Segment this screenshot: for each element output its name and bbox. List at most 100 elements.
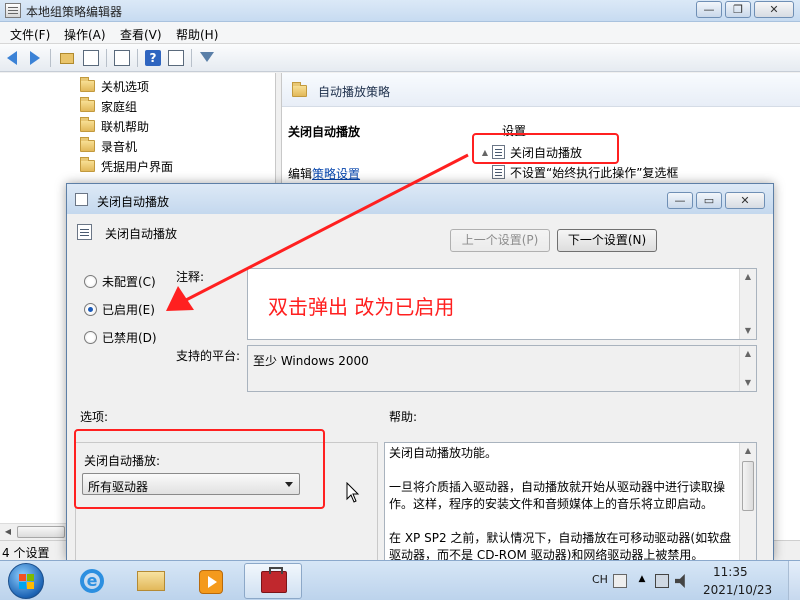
folder-icon <box>80 117 95 132</box>
supported-platform-value: 至少 Windows 2000 <box>253 354 369 368</box>
setting-row-dont-set-checkbox[interactable]: 不设置“始终执行此操作”复选框 <box>478 162 798 182</box>
volume-muted-icon[interactable] <box>675 574 685 588</box>
policy-setting-icon <box>77 224 92 240</box>
status-text: 4 个设置 <box>2 546 50 560</box>
radio-circle-icon[interactable] <box>84 331 97 344</box>
minimize-button[interactable]: — <box>696 1 722 18</box>
comment-scrollbar[interactable]: ▲ ▼ <box>739 269 756 339</box>
annotation-highlight-setting <box>472 133 619 164</box>
tree-item-label: 联机帮助 <box>101 119 150 134</box>
toolbar-separator <box>106 49 107 67</box>
close-button[interactable]: ✕ <box>754 1 794 18</box>
media-player-icon <box>199 570 223 594</box>
start-button[interactable] <box>8 563 44 599</box>
help-paragraph: 在 XP SP2 之前，默认情况下，自动播放在可移动驱动器(如软盘驱动器，而不是… <box>389 531 732 561</box>
show-hide-tree-button[interactable] <box>82 49 100 67</box>
scroll-up-icon[interactable]: ▲ <box>740 269 756 285</box>
help-paragraph: 关闭自动播放功能。 <box>389 446 498 460</box>
tree-item-sound-recorder[interactable]: 录音机 <box>80 137 137 155</box>
main-titlebar[interactable]: 本地组策略编辑器 — ❐ ✕ <box>0 0 800 22</box>
help-icon: ? <box>145 50 161 66</box>
menu-bar: 文件(F) 操作(A) 查看(V) 帮助(H) <box>0 22 800 44</box>
help-scrollbar[interactable]: ▲ <box>739 443 756 560</box>
taskbar: e CH ▲ 11:35 2021/10/23 <box>0 560 800 600</box>
chevron-up-icon[interactable]: ▲ <box>635 574 649 588</box>
comment-label: 注释: <box>176 270 205 284</box>
radio-disabled[interactable]: 已禁用(D) <box>84 329 157 346</box>
filter-icon <box>200 52 214 62</box>
supported-platform-box: 至少 Windows 2000 ▲ ▼ <box>247 345 757 392</box>
back-arrow-icon <box>7 51 17 65</box>
annotation-highlight-options <box>74 429 325 509</box>
dialog-minimize-button[interactable]: — <box>667 192 693 209</box>
show-desktop-button[interactable] <box>788 561 800 600</box>
clock-date[interactable]: 2021/10/23 <box>703 583 772 597</box>
tree-item-label: 关机选项 <box>101 79 150 94</box>
filter-button[interactable] <box>198 49 216 67</box>
taskbar-media-player[interactable] <box>182 563 240 599</box>
radio-checked-icon[interactable] <box>84 303 97 316</box>
tree-item-homegroup[interactable]: 家庭组 <box>80 97 137 115</box>
ime-indicator[interactable]: CH <box>592 573 608 586</box>
keyboard-icon[interactable] <box>613 574 627 588</box>
system-tray: CH ▲ 11:35 2021/10/23 <box>585 561 800 600</box>
taskbar-file-explorer[interactable] <box>122 563 180 599</box>
policy-setting-icon <box>75 193 88 206</box>
dialog-window-controls: — ▭ ✕ <box>667 192 765 209</box>
edit-prefix: 编辑 <box>288 167 313 181</box>
mouse-cursor-icon <box>346 482 360 503</box>
menu-action[interactable]: 操作(A) <box>64 26 106 43</box>
scroll-down-icon[interactable]: ▼ <box>740 375 756 391</box>
menu-view[interactable]: 查看(V) <box>120 26 162 43</box>
radio-enabled[interactable]: 已启用(E) <box>84 301 155 318</box>
back-button[interactable] <box>5 49 23 67</box>
platform-scrollbar[interactable]: ▲ ▼ <box>739 346 756 391</box>
help-text-panel[interactable]: 关闭自动播放功能。 一旦将介质插入驱动器，自动播放就开始从驱动器中进行读取操作。… <box>384 442 757 561</box>
help-button[interactable]: ? <box>144 49 162 67</box>
help-label: 帮助: <box>389 410 418 424</box>
details-header: 自动播放策略 <box>282 73 800 107</box>
maximize-button[interactable]: ❐ <box>725 1 751 18</box>
up-folder-button[interactable] <box>58 49 76 67</box>
toolbar-separator <box>191 49 192 67</box>
policy-setting-icon <box>492 165 505 179</box>
taskbar-group-policy-editor[interactable] <box>244 563 302 599</box>
radio-circle-icon[interactable] <box>84 275 97 288</box>
dialog-title: 关闭自动播放 <box>97 195 170 209</box>
properties-icon <box>168 50 184 66</box>
scroll-thumb[interactable] <box>742 461 754 511</box>
annotation-text: 双击弹出 改为已启用 <box>268 295 455 319</box>
tree-item-credential-ui[interactable]: 凭据用户界面 <box>80 157 173 175</box>
folder-icon <box>80 77 95 92</box>
dialog-titlebar[interactable]: 关闭自动播放 — ▭ ✕ <box>67 184 773 214</box>
menu-help[interactable]: 帮助(H) <box>176 26 218 43</box>
taskbar-internet-explorer[interactable]: e <box>62 563 120 599</box>
dialog-close-button[interactable]: ✕ <box>725 192 765 209</box>
network-icon[interactable] <box>655 574 669 588</box>
tree-item-shutdown-options[interactable]: 关机选项 <box>80 77 149 95</box>
menu-file[interactable]: 文件(F) <box>10 26 50 43</box>
console-tree-icon <box>83 50 99 66</box>
edit-policy-text: 编辑策略设置 <box>288 165 360 182</box>
export-list-button[interactable] <box>113 49 131 67</box>
scroll-left-icon[interactable]: ◀ <box>1 526 15 538</box>
edit-policy-link[interactable]: 策略设置 <box>312 167 360 181</box>
tree-item-label: 录音机 <box>101 139 138 154</box>
scroll-up-icon[interactable]: ▲ <box>740 443 756 459</box>
dialog-maximize-button[interactable]: ▭ <box>696 192 722 209</box>
tree-item-online-help[interactable]: 联机帮助 <box>80 117 149 135</box>
scroll-thumb[interactable] <box>17 526 65 538</box>
previous-setting-button[interactable]: 上一个设置(P) <box>450 229 550 252</box>
folder-icon <box>292 82 307 97</box>
radio-label: 已启用(E) <box>102 303 155 317</box>
next-setting-button[interactable]: 下一个设置(N) <box>557 229 657 252</box>
scroll-down-icon[interactable]: ▼ <box>740 323 756 339</box>
properties-button[interactable] <box>167 49 185 67</box>
radio-not-configured[interactable]: 未配置(C) <box>84 273 156 290</box>
setting-label: 不设置“始终执行此操作”复选框 <box>510 165 679 180</box>
tree-item-label: 凭据用户界面 <box>101 159 174 174</box>
scroll-up-icon[interactable]: ▲ <box>740 346 756 362</box>
forward-button[interactable] <box>26 49 44 67</box>
gpedit-app-icon <box>5 3 21 18</box>
clock-time[interactable]: 11:35 <box>713 565 748 579</box>
